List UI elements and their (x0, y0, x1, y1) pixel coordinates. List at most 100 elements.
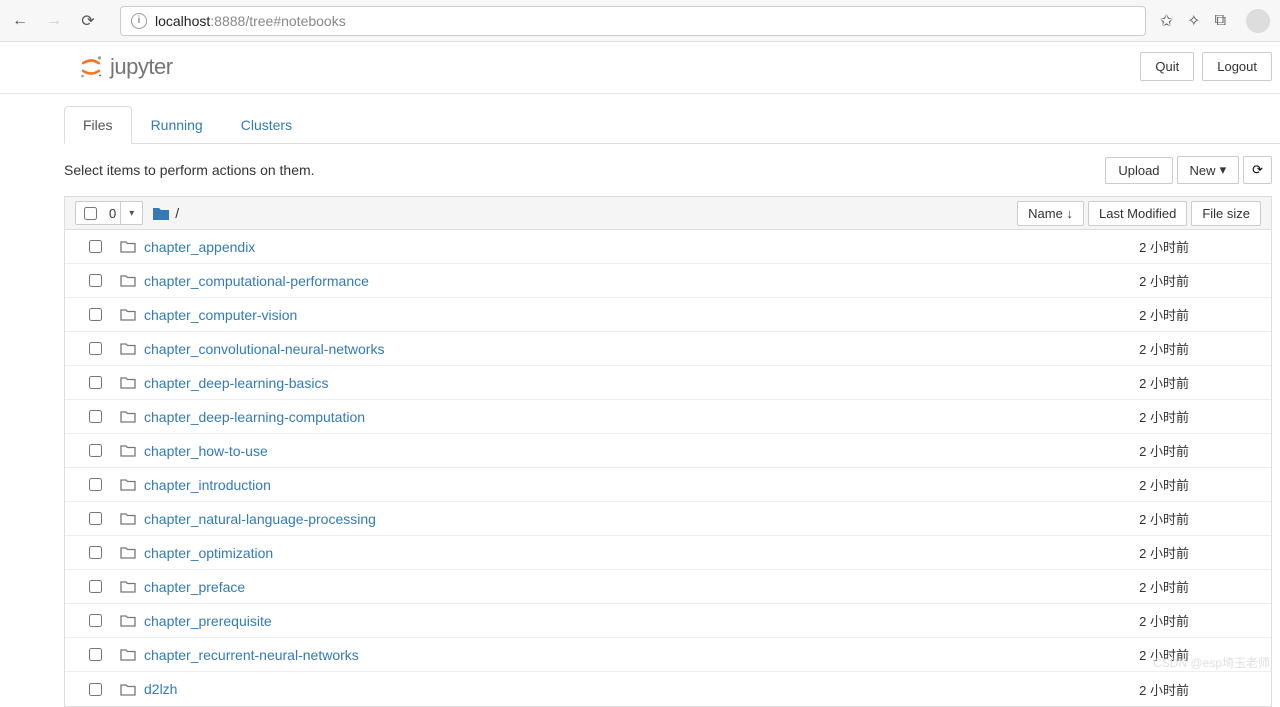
row-checkbox[interactable] (89, 240, 102, 253)
file-modified: 2 小时前 (1139, 611, 1261, 630)
url-port: :8888 (210, 13, 245, 29)
file-modified: 2 小时前 (1139, 271, 1261, 290)
tab-clusters[interactable]: Clusters (222, 106, 311, 144)
folder-icon (120, 683, 136, 696)
sort-name-button[interactable]: Name ↓ (1017, 201, 1084, 226)
favorites-bar-icon[interactable]: ✧ (1187, 11, 1200, 31)
file-link[interactable]: chapter_introduction (144, 477, 271, 493)
file-row: chapter_natural-language-processing 2 小时… (65, 502, 1271, 536)
folder-icon (120, 580, 136, 593)
header-buttons: Quit Logout (1140, 52, 1280, 81)
file-row: chapter_deep-learning-computation 2 小时前 (65, 400, 1271, 434)
row-checkbox[interactable] (89, 683, 102, 696)
row-checkbox[interactable] (89, 648, 102, 661)
file-link[interactable]: chapter_optimization (144, 545, 273, 561)
file-modified: 2 小时前 (1139, 509, 1261, 528)
jupyter-logo[interactable]: jupyter (0, 54, 173, 80)
select-all-checkbox[interactable] (84, 207, 97, 220)
favorites-star-icon[interactable]: ✩ (1160, 11, 1173, 31)
file-modified: 2 小时前 (1139, 339, 1261, 358)
folder-icon (120, 410, 136, 423)
url-host: localhost (155, 13, 210, 29)
jupyter-logo-icon (78, 54, 104, 80)
file-link[interactable]: chapter_natural-language-processing (144, 511, 376, 527)
site-info-icon[interactable]: i (131, 13, 147, 29)
folder-icon (120, 240, 136, 253)
file-link[interactable]: chapter_computational-performance (144, 273, 369, 289)
file-link[interactable]: chapter_how-to-use (144, 443, 268, 459)
action-buttons: Upload New ▾ ⟳ (1105, 156, 1272, 184)
file-modified: 2 小时前 (1139, 237, 1261, 256)
sort-modified-button[interactable]: Last Modified (1088, 201, 1187, 226)
tab-files[interactable]: Files (64, 106, 132, 144)
file-modified: 2 小时前 (1139, 577, 1261, 596)
upload-button[interactable]: Upload (1105, 157, 1172, 184)
folder-icon (120, 546, 136, 559)
file-row: chapter_convolutional-neural-networks 2 … (65, 332, 1271, 366)
browser-action-icons: ✩ ✧ ⧉ (1160, 9, 1270, 33)
file-link[interactable]: chapter_appendix (144, 239, 255, 255)
row-checkbox[interactable] (89, 342, 102, 355)
file-row: chapter_preface 2 小时前 (65, 570, 1271, 604)
row-checkbox[interactable] (89, 546, 102, 559)
file-row: chapter_optimization 2 小时前 (65, 536, 1271, 570)
browser-toolbar: ← → ⟳ i localhost:8888/tree#notebooks ✩ … (0, 0, 1280, 42)
sort-name-label: Name (1028, 206, 1063, 221)
file-link[interactable]: chapter_preface (144, 579, 245, 595)
file-modified: 2 小时前 (1139, 305, 1261, 324)
file-link[interactable]: chapter_deep-learning-basics (144, 375, 328, 391)
file-link[interactable]: chapter_computer-vision (144, 307, 297, 323)
row-checkbox[interactable] (89, 444, 102, 457)
folder-icon (120, 512, 136, 525)
logout-button[interactable]: Logout (1202, 52, 1272, 81)
breadcrumb-root[interactable]: / (175, 205, 179, 221)
tab-running[interactable]: Running (132, 106, 222, 144)
file-link[interactable]: chapter_deep-learning-computation (144, 409, 365, 425)
select-all-group[interactable]: 0 ▾ (75, 201, 143, 225)
row-checkbox[interactable] (89, 376, 102, 389)
file-modified: 2 小时前 (1139, 407, 1261, 426)
file-row: chapter_deep-learning-basics 2 小时前 (65, 366, 1271, 400)
reload-button[interactable]: ⟳ (78, 11, 98, 31)
select-count: 0 (105, 206, 120, 221)
profile-avatar[interactable] (1246, 9, 1270, 33)
file-link[interactable]: d2lzh (144, 681, 177, 697)
new-button-label: New (1190, 163, 1216, 178)
file-link[interactable]: chapter_convolutional-neural-networks (144, 341, 384, 357)
row-checkbox[interactable] (89, 614, 102, 627)
list-header: 0 ▾ / Name ↓ Last Modified File size (64, 196, 1272, 230)
row-checkbox[interactable] (89, 308, 102, 321)
file-modified: 2 小时前 (1139, 441, 1261, 460)
folder-icon[interactable] (153, 206, 169, 220)
address-bar[interactable]: i localhost:8888/tree#notebooks (120, 6, 1146, 36)
file-row: d2lzh 2 小时前 (65, 672, 1271, 706)
row-checkbox[interactable] (89, 512, 102, 525)
file-link[interactable]: chapter_prerequisite (144, 613, 272, 629)
row-checkbox[interactable] (89, 410, 102, 423)
collections-icon[interactable]: ⧉ (1215, 12, 1226, 30)
forward-button[interactable]: → (44, 11, 64, 31)
row-checkbox[interactable] (89, 478, 102, 491)
action-hint: Select items to perform actions on them. (64, 162, 315, 178)
refresh-button[interactable]: ⟳ (1243, 156, 1272, 184)
file-modified: 2 小时前 (1139, 680, 1261, 699)
url-display: localhost:8888/tree#notebooks (155, 13, 346, 29)
folder-icon (120, 648, 136, 661)
select-dropdown-caret[interactable]: ▾ (120, 202, 142, 224)
row-checkbox[interactable] (89, 580, 102, 593)
file-link[interactable]: chapter_recurrent-neural-networks (144, 647, 359, 663)
folder-icon (120, 444, 136, 457)
file-row: chapter_how-to-use 2 小时前 (65, 434, 1271, 468)
back-button[interactable]: ← (10, 11, 30, 31)
quit-button[interactable]: Quit (1140, 52, 1194, 81)
url-path: /tree#notebooks (245, 13, 345, 29)
new-button[interactable]: New ▾ (1177, 156, 1240, 184)
row-checkbox[interactable] (89, 274, 102, 287)
file-row: chapter_appendix 2 小时前 (65, 230, 1271, 264)
file-row: chapter_recurrent-neural-networks 2 小时前 (65, 638, 1271, 672)
file-modified: 2 小时前 (1139, 645, 1261, 664)
sort-size-button[interactable]: File size (1191, 201, 1261, 226)
file-modified: 2 小时前 (1139, 543, 1261, 562)
sort-arrow-icon: ↓ (1066, 206, 1073, 221)
jupyter-logo-text: jupyter (110, 54, 173, 80)
